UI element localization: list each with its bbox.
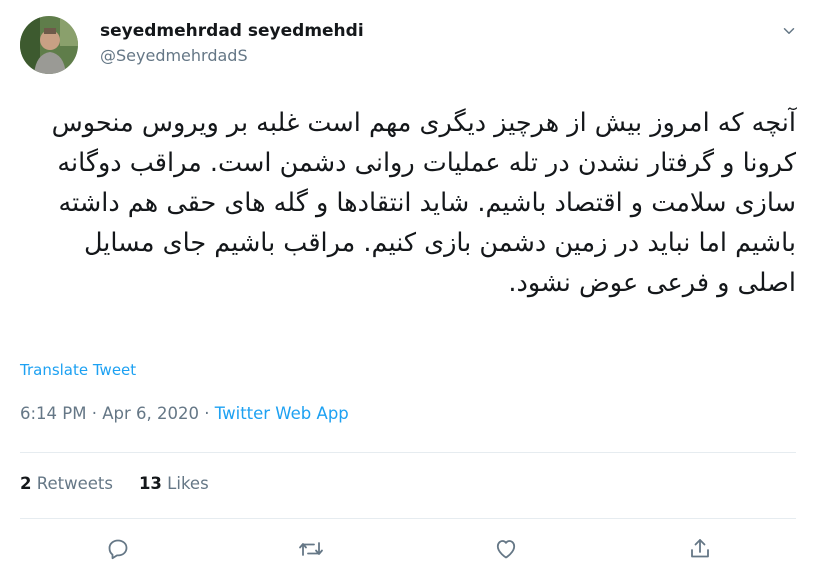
tweet-text: آنچه که امروز بیش از هرچیز دیگری مهم است… <box>51 108 796 298</box>
share-icon <box>688 537 712 565</box>
reply-button[interactable] <box>103 536 133 566</box>
retweets-stat[interactable]: 2 Retweets <box>20 474 113 493</box>
share-button[interactable] <box>685 536 715 566</box>
like-button[interactable] <box>491 536 521 566</box>
divider <box>20 452 796 453</box>
retweet-button[interactable] <box>296 536 326 566</box>
action-bar <box>0 536 816 566</box>
more-options-button[interactable] <box>778 22 800 44</box>
author-display-name[interactable]: seyedmehrdad seyedmehdi <box>100 20 364 42</box>
likes-label: Likes <box>167 474 209 493</box>
meta-separator: · <box>204 404 210 423</box>
tweet-stats: 2 Retweets 13 Likes <box>20 474 235 493</box>
author-handle[interactable]: @SeyedmehrdadS <box>100 45 364 67</box>
tweet-time[interactable]: 6:14 PM <box>20 404 86 423</box>
author-names: seyedmehrdad seyedmehdi @SeyedmehrdadS <box>100 20 364 67</box>
chevron-down-icon <box>780 22 798 44</box>
likes-count: 13 <box>138 474 162 493</box>
divider <box>20 518 796 519</box>
tweet-meta: 6:14 PM · Apr 6, 2020 · Twitter Web App <box>20 404 349 423</box>
retweets-label: Retweets <box>36 474 113 493</box>
tweet-date[interactable]: Apr 6, 2020 <box>102 404 199 423</box>
reply-icon <box>106 537 130 565</box>
retweets-count: 2 <box>20 474 32 493</box>
retweet-icon <box>298 537 324 565</box>
translate-tweet-link[interactable]: Translate Tweet <box>20 361 136 379</box>
meta-separator: · <box>91 404 97 423</box>
heart-icon <box>494 537 518 565</box>
tweet-card: seyedmehrdad seyedmehdi @SeyedmehrdadS آ… <box>0 0 816 584</box>
avatar[interactable] <box>20 16 78 74</box>
tweet-header: seyedmehrdad seyedmehdi @SeyedmehrdadS <box>20 16 364 74</box>
likes-stat[interactable]: 13 Likes <box>139 474 209 493</box>
tweet-source[interactable]: Twitter Web App <box>215 404 349 423</box>
